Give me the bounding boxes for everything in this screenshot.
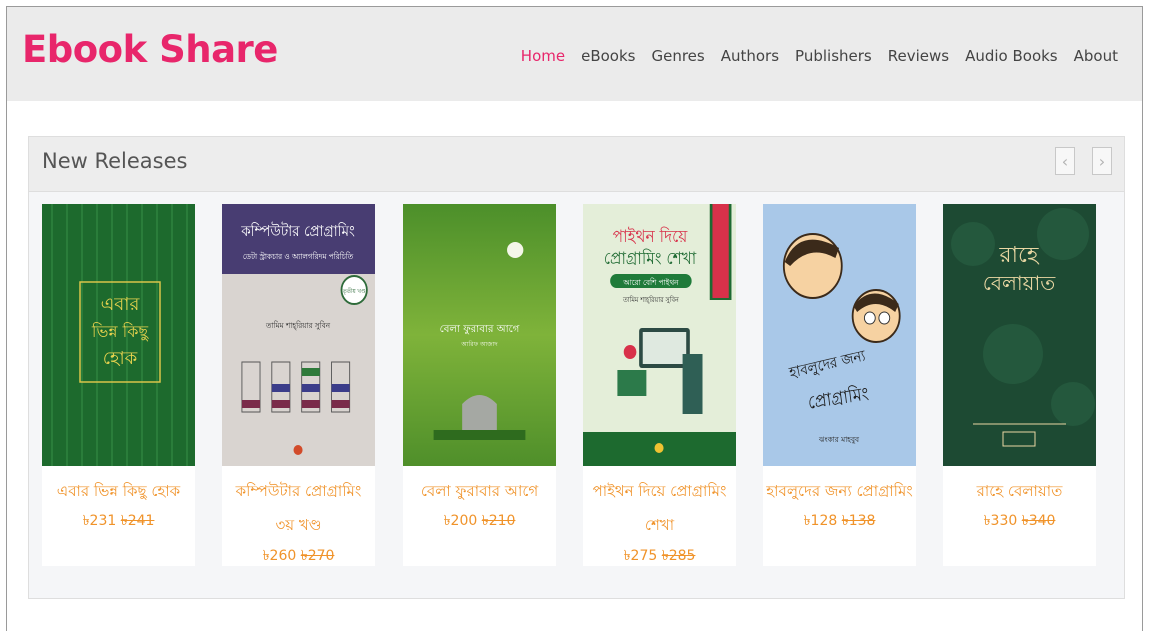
site-header: Ebook Share Home eBooks Genres Authors P… bbox=[7, 7, 1142, 101]
book-cover[interactable]: এবার ভিন্ন কিছু হোক bbox=[42, 204, 195, 466]
book-title-line2[interactable]: শেখা bbox=[583, 508, 736, 542]
book-price: ৳330 ৳340 bbox=[983, 513, 1056, 529]
book-price: ৳200 ৳210 bbox=[443, 513, 516, 529]
book-cover[interactable]: রাহে বেলায়াত bbox=[943, 204, 1096, 466]
svg-text:তৃতীয় খণ্ড: তৃতীয় খণ্ড bbox=[342, 287, 366, 296]
new-releases-panel: New Releases ‹ › এবার ভিন্ন কিছু হোক এবা… bbox=[28, 136, 1125, 599]
book-cover[interactable]: হাবলুদের জন্য প্রোগ্রামিং ঝংকার মাহবুব bbox=[763, 204, 916, 466]
svg-text:বেলায়াত: বেলায়াত bbox=[983, 271, 1057, 295]
book-card[interactable]: পাইথন দিয়ে প্রোগ্রামিং শেখা আরো বেশি পা… bbox=[583, 204, 736, 566]
carousel-next-button[interactable]: › bbox=[1092, 147, 1112, 175]
book-title[interactable]: পাইথন দিয়ে প্রোগ্রামিং bbox=[583, 474, 736, 508]
book-price: ৳231 ৳241 bbox=[82, 513, 155, 529]
book-price: ৳128 ৳138 bbox=[803, 513, 876, 529]
svg-text:ঝংকার মাহবুব: ঝংকার মাহবুব bbox=[818, 435, 860, 444]
book-card[interactable]: হাবলুদের জন্য প্রোগ্রামিং ঝংকার মাহবুব হ… bbox=[763, 204, 916, 566]
main-nav: Home eBooks Genres Authors Publishers Re… bbox=[521, 47, 1118, 65]
svg-text:আরিফ আজাদ: আরিফ আজাদ bbox=[460, 341, 498, 348]
svg-text:ভিন্ন কিছু: ভিন্ন কিছু bbox=[91, 322, 149, 342]
svg-text:কম্পিউটার প্রোগ্রামিং: কম্পিউটার প্রোগ্রামিং bbox=[240, 222, 355, 240]
svg-text:পাইথন দিয়ে: পাইথন দিয়ে bbox=[613, 226, 688, 246]
svg-text:তামিম শাহ্‌রিয়ার সুবিন: তামিম শাহ্‌রিয়ার সুবিন bbox=[265, 321, 330, 330]
nav-reviews[interactable]: Reviews bbox=[888, 47, 949, 65]
nav-ebooks[interactable]: eBooks bbox=[581, 47, 635, 65]
book-card[interactable]: কম্পিউটার প্রোগ্রামিং ডেটা স্ট্রাকচার ও … bbox=[222, 204, 375, 566]
chevron-right-icon: › bbox=[1098, 151, 1106, 171]
svg-text:হোক: হোক bbox=[103, 348, 138, 369]
book-price: ৳275 ৳285 bbox=[623, 548, 696, 564]
book-title[interactable]: রাহে বেলায়াত bbox=[943, 474, 1096, 508]
svg-text:ডেটা স্ট্রাকচার ও অ্যালগরিদম প: ডেটা স্ট্রাকচার ও অ্যালগরিদম পরিচিতি bbox=[243, 251, 355, 261]
book-card[interactable]: এবার ভিন্ন কিছু হোক এবার ভিন্ন কিছু হোক … bbox=[42, 204, 195, 566]
book-cover[interactable]: কম্পিউটার প্রোগ্রামিং ডেটা স্ট্রাকচার ও … bbox=[222, 204, 375, 466]
nav-about[interactable]: About bbox=[1074, 47, 1118, 65]
book-card[interactable]: রাহে বেলায়াত রাহে বেলায়াত ৳330 ৳340 bbox=[943, 204, 1096, 566]
book-price: ৳260 ৳270 bbox=[262, 548, 335, 564]
panel-title: New Releases bbox=[42, 149, 188, 173]
site-logo[interactable]: Ebook Share bbox=[22, 28, 278, 71]
book-cover[interactable]: পাইথন দিয়ে প্রোগ্রামিং শেখা আরো বেশি পা… bbox=[583, 204, 736, 466]
book-title-line2[interactable]: ৩য় খণ্ড bbox=[222, 508, 375, 542]
svg-text:প্রোগ্রামিং শেখা: প্রোগ্রামিং শেখা bbox=[604, 248, 697, 268]
nav-genres[interactable]: Genres bbox=[651, 47, 704, 65]
svg-text:রাহে: রাহে bbox=[999, 243, 1040, 268]
panel-header: New Releases ‹ › bbox=[29, 137, 1124, 192]
svg-text:বেলা ফুরাবার আগে: বেলা ফুরাবার আগে bbox=[440, 324, 520, 335]
book-card[interactable]: বেলা ফুরাবার আগে আরিফ আজাদ বেলা ফুরাবার … bbox=[403, 204, 556, 566]
nav-audio-books[interactable]: Audio Books bbox=[965, 47, 1058, 65]
nav-home[interactable]: Home bbox=[521, 47, 565, 65]
svg-text:আরো বেশি পাইথন: আরো বেশি পাইথন bbox=[622, 278, 679, 287]
svg-text:তামিম শাহ্‌রিয়ার সুবিন: তামিম শাহ্‌রিয়ার সুবিন bbox=[622, 296, 680, 304]
browser-frame: Ebook Share Home eBooks Genres Authors P… bbox=[6, 6, 1143, 631]
book-title[interactable]: হাবলুদের জন্য প্রোগ্রামিং bbox=[763, 474, 916, 508]
book-title[interactable]: কম্পিউটার প্রোগ্রামিং bbox=[222, 474, 375, 508]
book-cover[interactable]: বেলা ফুরাবার আগে আরিফ আজাদ bbox=[403, 204, 556, 466]
book-title[interactable]: বেলা ফুরাবার আগে bbox=[403, 474, 556, 508]
nav-authors[interactable]: Authors bbox=[721, 47, 779, 65]
nav-publishers[interactable]: Publishers bbox=[795, 47, 872, 65]
chevron-left-icon: ‹ bbox=[1061, 151, 1069, 171]
carousel-prev-button[interactable]: ‹ bbox=[1055, 147, 1075, 175]
svg-text:এবার: এবার bbox=[101, 294, 141, 315]
book-title[interactable]: এবার ভিন্ন কিছু হোক bbox=[42, 474, 195, 508]
